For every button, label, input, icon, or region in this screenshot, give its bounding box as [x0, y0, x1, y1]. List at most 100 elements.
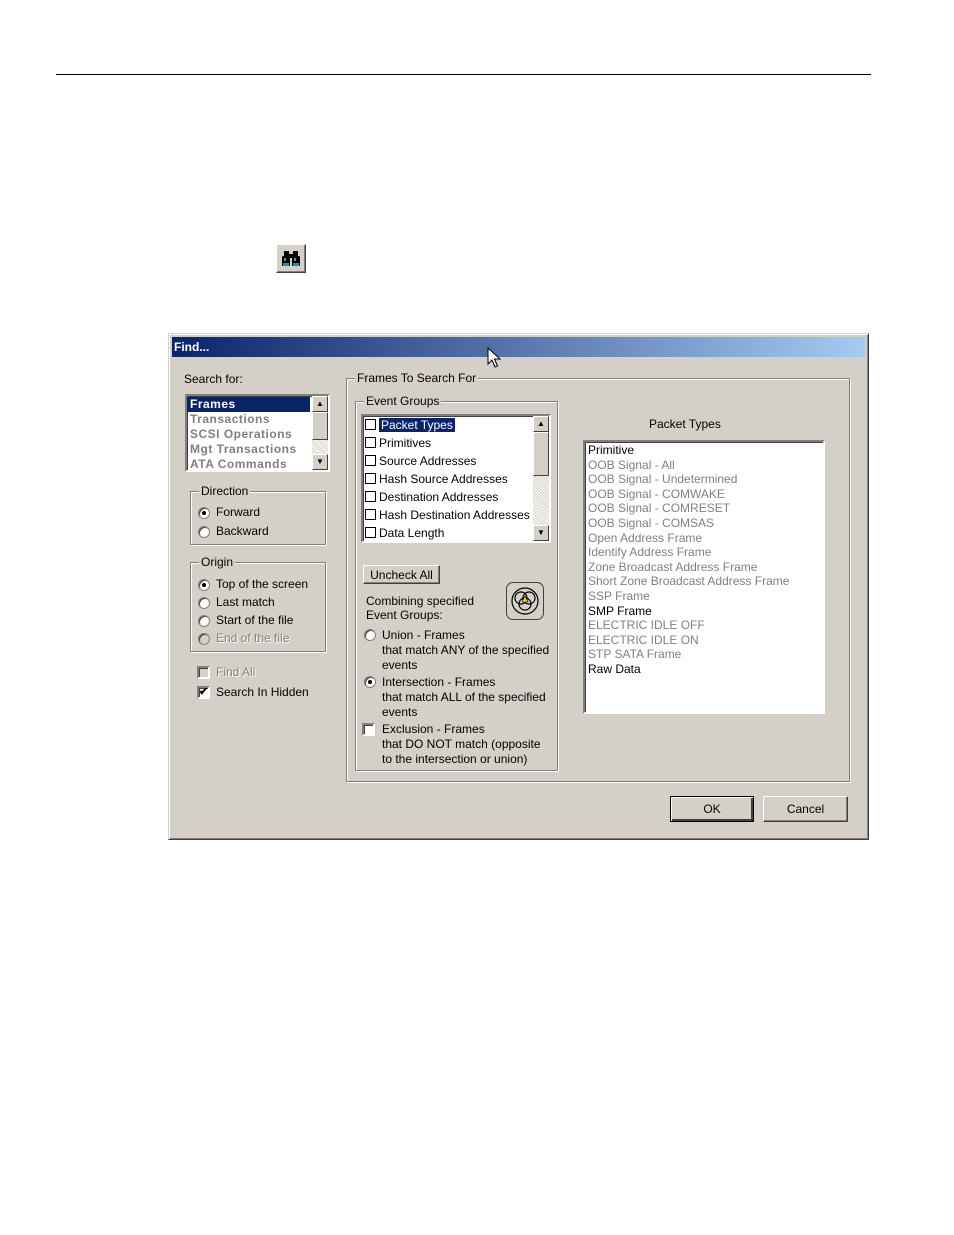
event-group-label: Source Addresses: [379, 454, 477, 468]
search-for-item-mgt-transactions[interactable]: Mgt Transactions: [187, 442, 310, 457]
packet-type-item[interactable]: OOB Signal - All: [585, 458, 823, 473]
direction-backward-label: Backward: [216, 524, 269, 538]
direction-backward-radio[interactable]: [198, 526, 210, 538]
packet-type-item[interactable]: Zone Broadcast Address Frame: [585, 560, 823, 575]
packet-type-item[interactable]: OOB Signal - COMRESET: [585, 501, 823, 516]
union-label-line3: events: [382, 658, 418, 672]
venn-diagram-icon: [506, 582, 544, 620]
cancel-button[interactable]: Cancel: [763, 796, 848, 822]
packet-type-item[interactable]: SSP Frame: [585, 589, 823, 604]
union-radio[interactable]: [364, 629, 376, 641]
search-for-item-scsi-operations[interactable]: SCSI Operations: [187, 427, 310, 442]
event-group-checkbox[interactable]: [365, 491, 376, 502]
intersection-label-line3: events: [382, 705, 418, 719]
scroll-down-icon[interactable]: ▼: [312, 454, 328, 470]
packet-types-items: Primitive OOB Signal - All OOB Signal - …: [585, 442, 823, 677]
packet-type-item[interactable]: Identify Address Frame: [585, 545, 823, 560]
search-for-label: Search for:: [184, 372, 243, 386]
event-group-label: Destination Addresses: [379, 490, 499, 504]
origin-start-label: Start of the file: [216, 613, 294, 627]
exclusion-label-line1: Exclusion - Frames: [382, 722, 485, 736]
dialog-title: Find...: [174, 340, 210, 354]
dialog-title-bar[interactable]: Find...: [172, 337, 865, 357]
packet-type-item[interactable]: Primitive: [585, 443, 823, 458]
packet-types-heading: Packet Types: [649, 417, 721, 431]
origin-end-label: End of the file: [216, 631, 290, 645]
packet-type-item[interactable]: STP SATA Frame: [585, 647, 823, 662]
scroll-thumb[interactable]: [533, 432, 549, 476]
find-all-checkbox: [197, 666, 210, 679]
direction-forward-label: Forward: [216, 505, 261, 519]
search-for-item-transactions[interactable]: Transactions: [187, 412, 310, 427]
intersection-label-line1: Intersection - Frames: [382, 675, 496, 689]
origin-last-match-label: Last match: [216, 595, 275, 609]
packet-type-item[interactable]: OOB Signal - Undetermined: [585, 472, 823, 487]
packet-type-item[interactable]: Short Zone Broadcast Address Frame: [585, 574, 823, 589]
event-group-checkbox[interactable]: [365, 455, 376, 466]
page-top-rule: [56, 74, 871, 75]
event-group-label: Hash Destination Addresses: [379, 508, 530, 522]
packet-type-item[interactable]: SMP Frame: [585, 604, 823, 619]
packet-type-item[interactable]: ELECTRIC IDLE ON: [585, 633, 823, 648]
event-group-destination-addresses[interactable]: Destination Addresses: [363, 488, 533, 506]
scroll-up-icon[interactable]: ▲: [533, 416, 549, 432]
event-group-hash-destination-addresses[interactable]: Hash Destination Addresses: [363, 506, 533, 524]
origin-top-label: Top of the screen: [216, 577, 309, 591]
search-for-listbox[interactable]: Frames Transactions SCSI Operations Mgt …: [185, 394, 330, 472]
packet-type-item[interactable]: OOB Signal - COMSAS: [585, 516, 823, 531]
packet-type-item[interactable]: OOB Signal - COMWAKE: [585, 487, 823, 502]
event-groups-listbox[interactable]: Packet Types Primitives Source Addresses…: [361, 414, 551, 543]
frames-to-search-label: Frames To Search For: [355, 371, 479, 385]
direction-forward-radio[interactable]: [198, 507, 210, 519]
event-group-checkbox[interactable]: [365, 437, 376, 448]
event-group-primitives[interactable]: Primitives: [363, 434, 533, 452]
search-for-item-frames[interactable]: Frames: [187, 397, 310, 412]
event-groups-scrollbar[interactable]: ▲ ▼: [533, 416, 549, 541]
packet-type-item[interactable]: Open Address Frame: [585, 531, 823, 546]
search-in-hidden-checkbox[interactable]: ✔: [197, 686, 210, 699]
event-group-checkbox[interactable]: [365, 509, 376, 520]
ok-button[interactable]: OK: [670, 796, 754, 822]
binoculars-icon: [282, 251, 300, 266]
event-group-label: Hash Source Addresses: [379, 472, 508, 486]
intersection-label-line2: that match ALL of the specified: [382, 690, 546, 704]
exclusion-label-line2: that DO NOT match (opposite: [382, 737, 541, 751]
search-for-item-ata-commands[interactable]: ATA Commands: [187, 457, 310, 470]
combining-label-line1: Combining specified: [366, 594, 475, 608]
packet-types-listbox[interactable]: Primitive OOB Signal - All OOB Signal - …: [583, 440, 825, 714]
event-groups-items: Packet Types Primitives Source Addresses…: [363, 416, 533, 541]
event-groups-label: Event Groups: [364, 394, 442, 408]
event-group-packet-types[interactable]: Packet Types: [363, 416, 533, 434]
event-group-label: Packet Types: [379, 418, 455, 432]
search-for-items: Frames Transactions SCSI Operations Mgt …: [187, 396, 310, 470]
checkmark-icon: ✔: [199, 686, 209, 698]
find-toolbar-button[interactable]: [276, 244, 306, 273]
union-label-line2: that match ANY of the specified: [382, 643, 550, 657]
event-group-data-length[interactable]: Data Length: [363, 524, 533, 541]
combining-label-line2: Event Groups:: [366, 608, 443, 622]
origin-top-radio[interactable]: [198, 579, 210, 591]
event-group-source-addresses[interactable]: Source Addresses: [363, 452, 533, 470]
event-group-checkbox[interactable]: [365, 419, 376, 430]
intersection-radio[interactable]: [364, 676, 376, 688]
uncheck-all-button[interactable]: Uncheck All: [363, 565, 440, 584]
event-group-checkbox[interactable]: [365, 473, 376, 484]
exclusion-label-line3: to the intersection or union): [382, 752, 528, 766]
search-for-scrollbar[interactable]: ▲ ▼: [312, 396, 328, 470]
origin-start-radio[interactable]: [198, 615, 210, 627]
find-all-label: Find All: [216, 665, 256, 679]
mouse-pointer-icon: [487, 347, 502, 368]
packet-type-item[interactable]: ELECTRIC IDLE OFF: [585, 618, 823, 633]
scroll-up-icon[interactable]: ▲: [312, 396, 328, 412]
event-group-label: Primitives: [379, 436, 432, 450]
exclusion-checkbox[interactable]: [362, 723, 375, 736]
event-group-checkbox[interactable]: [365, 527, 376, 538]
origin-label: Origin: [199, 555, 236, 569]
scroll-thumb[interactable]: [312, 412, 328, 440]
union-label-line1: Union - Frames: [382, 628, 465, 642]
find-dialog: Find... Search for: Frames Transactions …: [168, 333, 869, 840]
event-group-hash-source-addresses[interactable]: Hash Source Addresses: [363, 470, 533, 488]
scroll-down-icon[interactable]: ▼: [533, 525, 549, 541]
origin-last-match-radio[interactable]: [198, 597, 210, 609]
packet-type-item[interactable]: Raw Data: [585, 662, 823, 677]
